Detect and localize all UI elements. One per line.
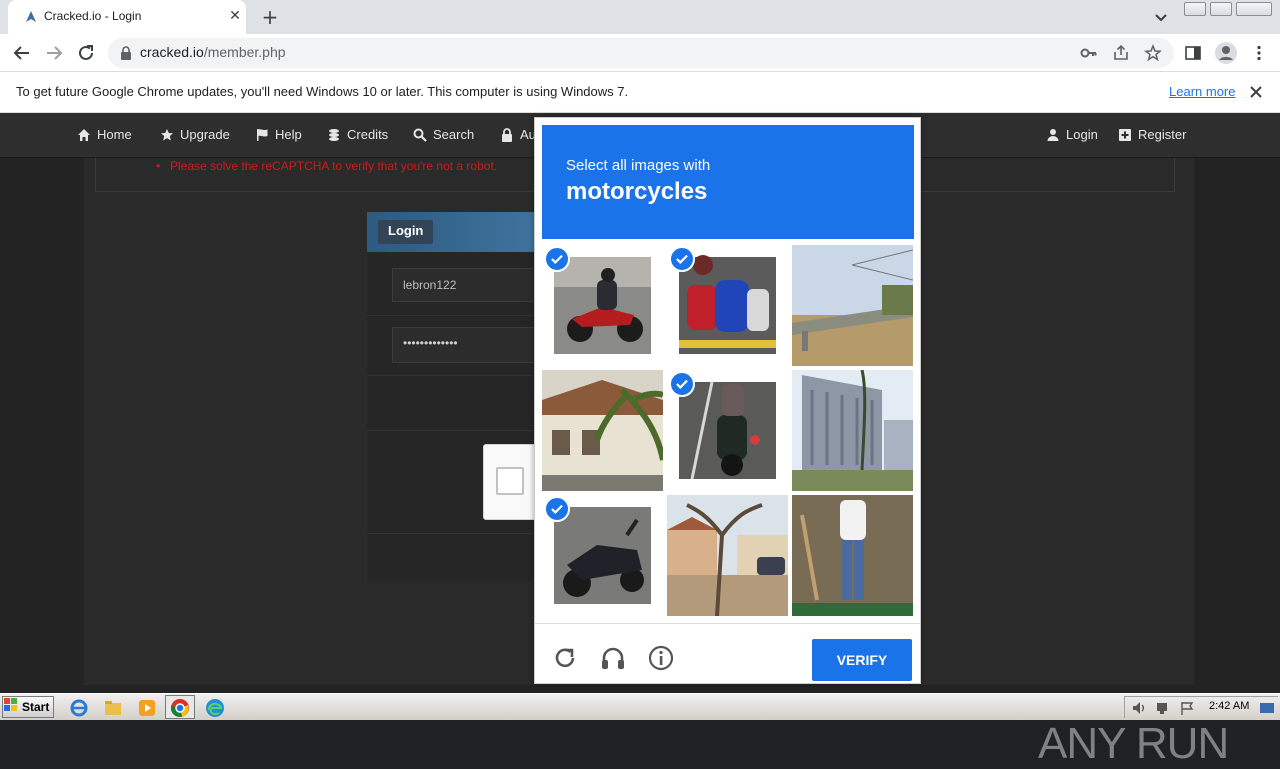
house-image	[542, 370, 663, 491]
captcha-tile[interactable]	[667, 495, 788, 616]
username-field[interactable]: lebron122	[392, 268, 542, 302]
url-path: /member.php	[203, 44, 286, 60]
side-panel-icon[interactable]	[1184, 44, 1202, 62]
nav-register-label: Register	[1138, 127, 1187, 142]
nav-home-label: Home	[97, 127, 132, 142]
taskbar-clock: 2:42 AM	[1209, 700, 1250, 712]
nav-help[interactable]: Help	[255, 127, 302, 142]
kebab-menu-icon[interactable]	[1250, 44, 1268, 62]
bookmark-star-icon[interactable]	[1144, 44, 1162, 62]
nav-login-label: Login	[1066, 127, 1098, 142]
url-text: cracked.io/member.php	[140, 44, 286, 60]
back-arrow-icon[interactable]	[9, 40, 35, 66]
chevron-down-icon[interactable]	[1150, 6, 1172, 28]
nav-upgrade-label: Upgrade	[180, 127, 230, 142]
audio-icon[interactable]	[599, 644, 627, 672]
start-label: Start	[22, 700, 50, 714]
nav-search[interactable]: Search	[413, 127, 474, 142]
nav-upgrade[interactable]: Upgrade	[160, 127, 230, 142]
login-title: Login	[378, 220, 434, 244]
captcha-header: Select all images with motorcycles	[542, 125, 914, 239]
lock-icon	[502, 127, 512, 142]
flag-icon	[257, 128, 268, 141]
forward-arrow-icon[interactable]	[41, 40, 67, 66]
divider	[367, 430, 542, 431]
overpass-image	[792, 245, 913, 366]
system-tray	[1124, 696, 1278, 718]
edge-icon[interactable]	[204, 697, 226, 719]
reload-icon[interactable]	[551, 644, 579, 672]
reload-icon[interactable]	[73, 40, 99, 66]
share-icon[interactable]	[1112, 44, 1130, 62]
selected-check-icon	[669, 371, 695, 397]
star-icon	[161, 128, 173, 140]
window-minimize-button[interactable]	[1184, 2, 1206, 16]
plus-square-icon	[1119, 128, 1131, 141]
flag-icon[interactable]	[1179, 700, 1195, 716]
lock-icon[interactable]	[120, 46, 132, 60]
divider	[367, 375, 542, 376]
recaptcha-checkbox[interactable]	[496, 467, 524, 495]
tab-close-icon[interactable]: ✕	[226, 7, 244, 25]
window-close-button[interactable]	[1236, 2, 1272, 16]
windows-taskbar: Start	[0, 693, 1280, 720]
user-icon	[1047, 128, 1059, 141]
street-image	[667, 495, 788, 616]
search-icon	[413, 128, 427, 142]
captcha-challenge: Select all images with motorcycles VERIF…	[534, 117, 921, 684]
network-icon[interactable]	[1155, 700, 1171, 716]
anyrun-watermark: ANY RUN	[1038, 719, 1229, 768]
explorer-icon[interactable]	[102, 697, 124, 719]
show-desktop-icon[interactable]	[1259, 700, 1275, 716]
captcha-instruction: Select all images with	[566, 157, 711, 174]
captcha-footer: VERIFY	[535, 623, 920, 683]
learn-more-link[interactable]: Learn more	[1169, 84, 1235, 99]
selected-check-icon	[544, 246, 570, 272]
nav-search-label: Search	[433, 127, 475, 142]
captcha-tile[interactable]	[542, 370, 663, 491]
update-infobar: To get future Google Chrome updates, you…	[0, 72, 1280, 113]
favicon-icon	[26, 11, 36, 22]
selected-check-icon	[544, 496, 570, 522]
url-domain: cracked.io	[140, 44, 204, 60]
ie-icon[interactable]	[68, 697, 90, 719]
key-icon[interactable]	[1080, 44, 1098, 62]
browser-toolbar: cracked.io/member.php	[0, 34, 1280, 72]
window-restore-button[interactable]	[1210, 2, 1232, 16]
error-message: Please solve the reCAPTCHA to verify tha…	[156, 159, 497, 173]
info-icon[interactable]	[647, 644, 675, 672]
home-icon	[78, 128, 90, 141]
address-bar[interactable]: cracked.io/member.php	[108, 38, 1174, 68]
volume-icon[interactable]	[1131, 700, 1147, 716]
captcha-tile[interactable]	[792, 245, 913, 366]
profile-avatar-icon[interactable]	[1214, 41, 1238, 65]
tab-title: Cracked.io - Login	[44, 9, 142, 23]
divider	[367, 315, 542, 316]
nav-login[interactable]: Login	[1046, 127, 1098, 142]
coins-icon	[329, 128, 339, 141]
infobar-message: To get future Google Chrome updates, you…	[16, 84, 629, 99]
chrome-icon[interactable]	[169, 697, 191, 719]
nav-home[interactable]: Home	[77, 127, 132, 142]
password-field[interactable]: •••••••••••••	[392, 327, 542, 363]
new-tab-button[interactable]: +	[258, 5, 282, 29]
nav-credits-label: Credits	[347, 127, 389, 142]
browser-tab[interactable]: Cracked.io - Login ✕	[8, 0, 246, 34]
nav-auth[interactable]: Au	[500, 127, 536, 142]
windows-logo-icon	[4, 698, 17, 711]
nav-help-label: Help	[275, 127, 302, 142]
close-icon[interactable]	[1246, 82, 1266, 102]
building-image	[792, 370, 913, 491]
nav-register[interactable]: Register	[1118, 127, 1186, 142]
mannequin-image	[792, 495, 913, 616]
divider	[367, 533, 542, 534]
captcha-tile[interactable]	[792, 495, 913, 616]
captcha-tile[interactable]	[792, 370, 913, 491]
media-player-icon[interactable]	[136, 697, 158, 719]
verify-button[interactable]: VERIFY	[812, 639, 912, 681]
tab-strip: Cracked.io - Login ✕ +	[0, 0, 1280, 34]
nav-credits[interactable]: Credits	[327, 127, 388, 142]
captcha-target-word: motorcycles	[566, 178, 708, 205]
selected-check-icon	[669, 246, 695, 272]
